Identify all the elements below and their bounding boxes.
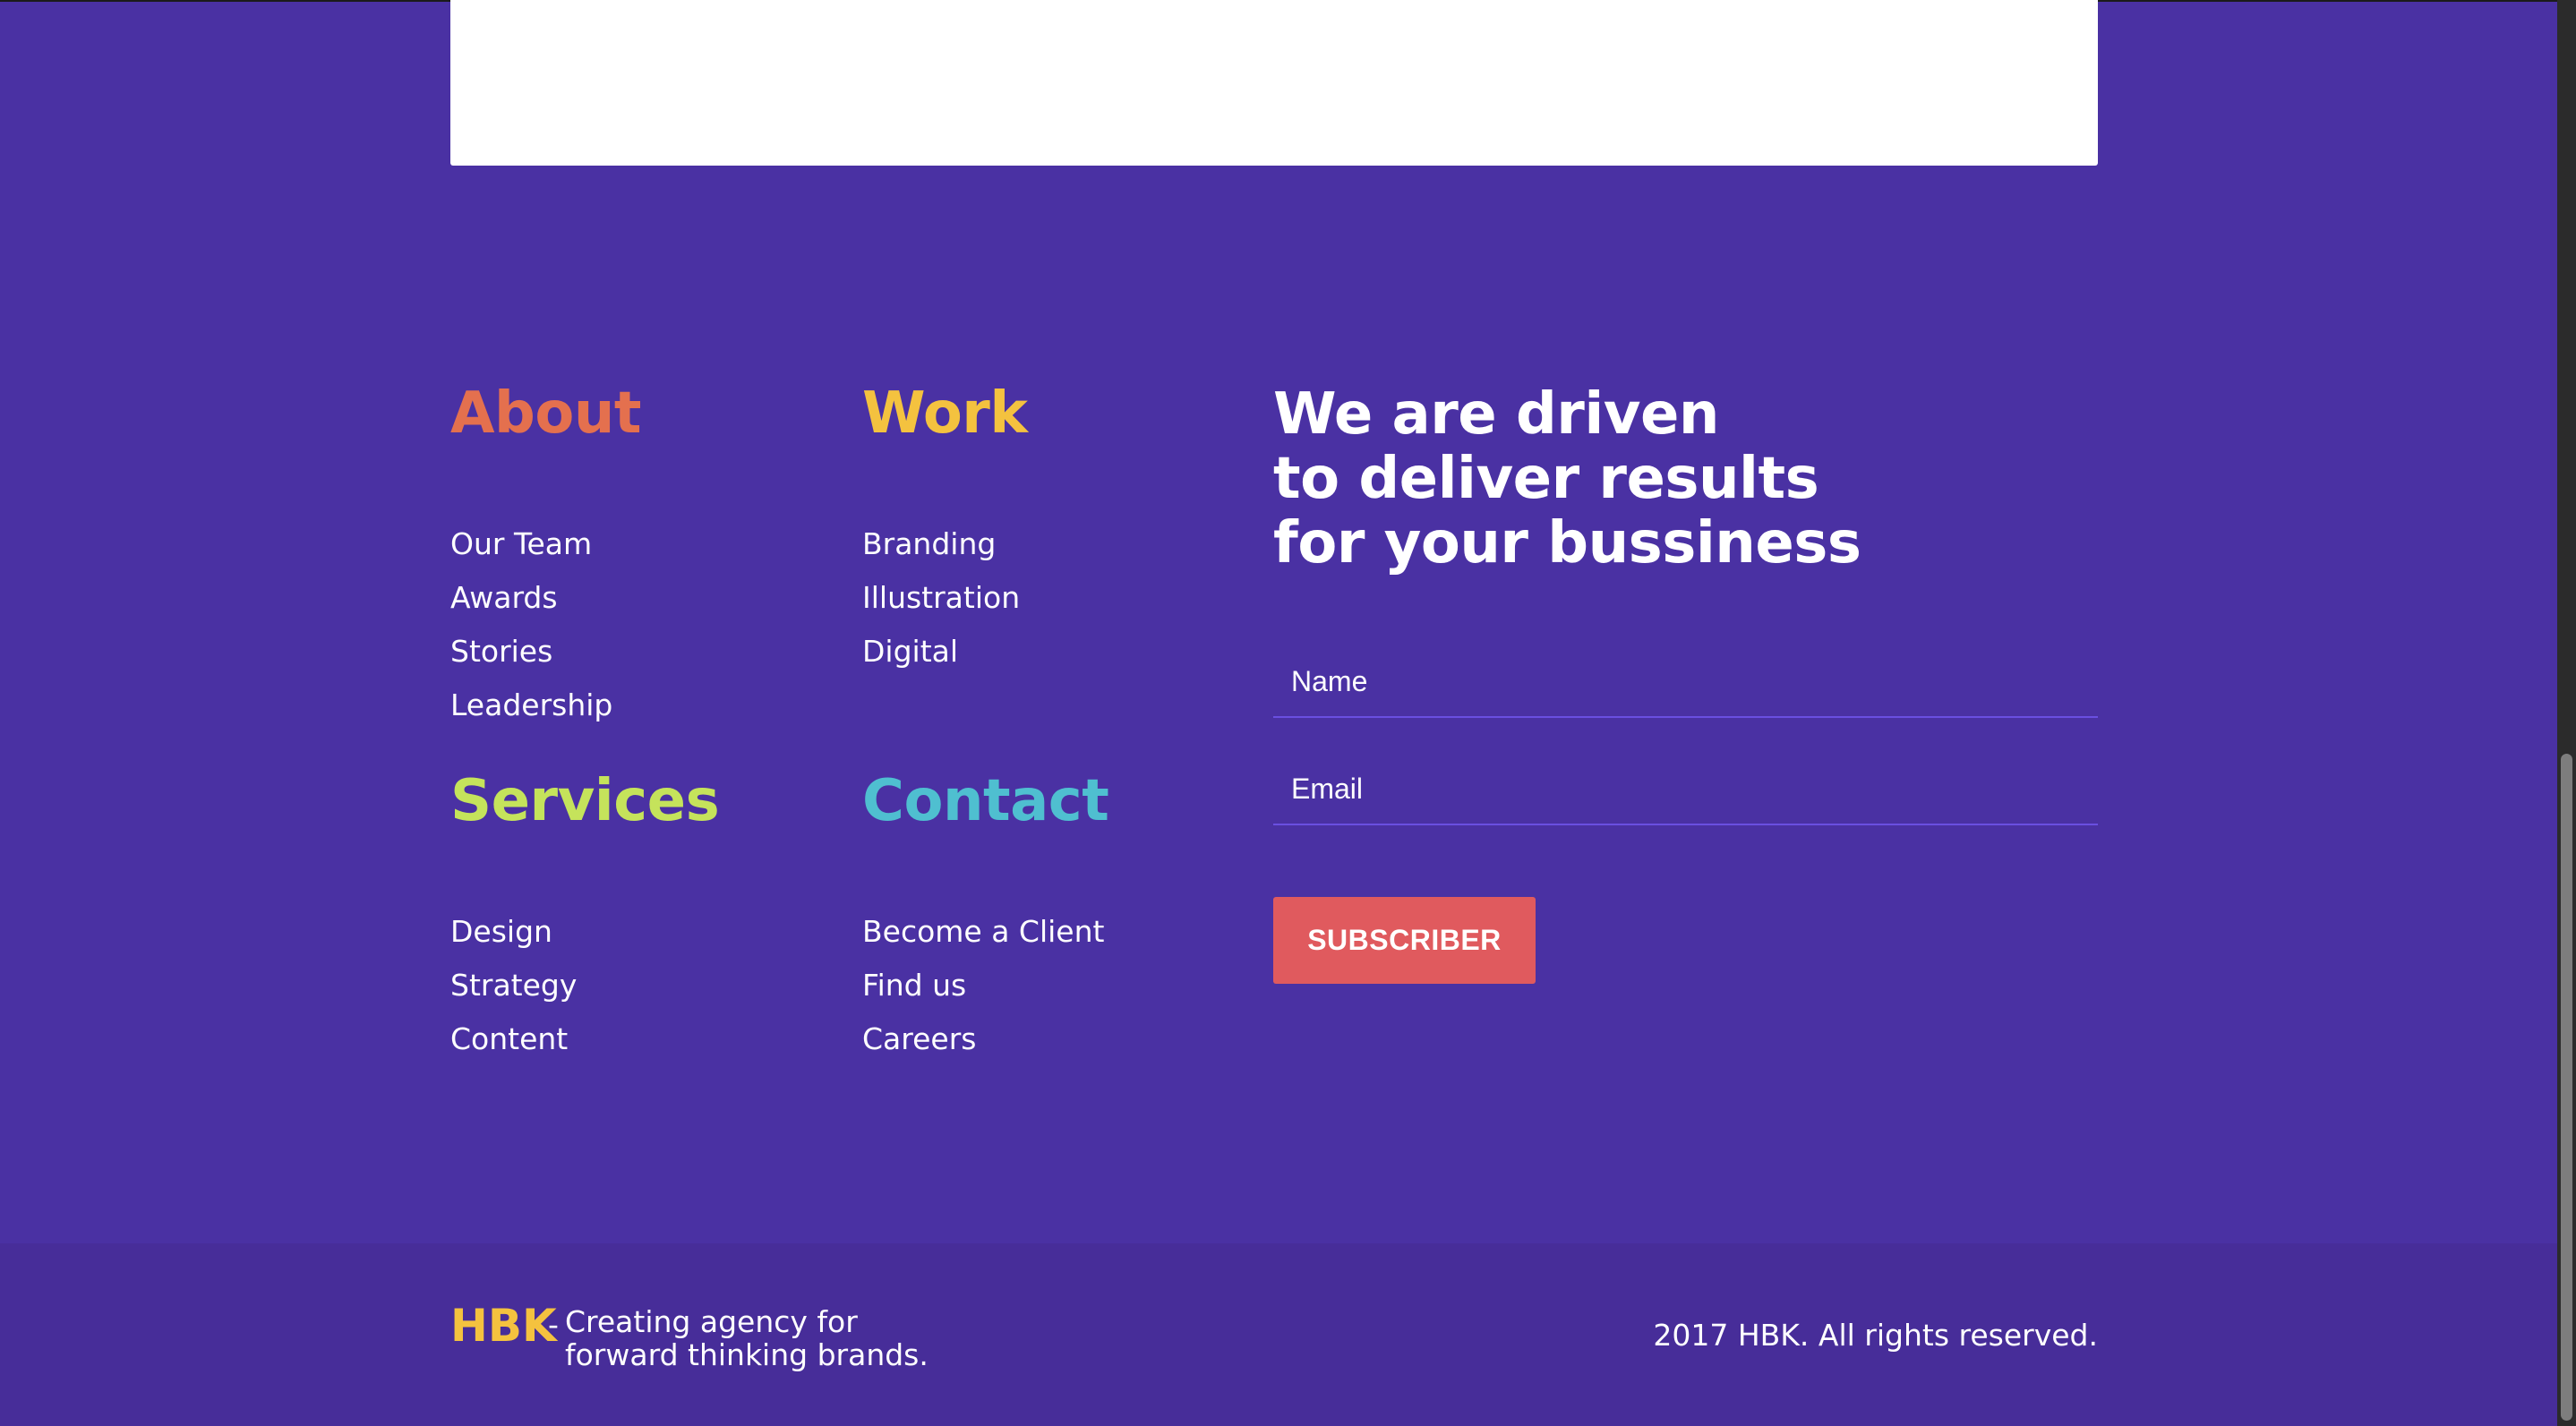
- link-find-us[interactable]: Find us: [862, 959, 1104, 1012]
- tagline-line-1: We are driven: [1273, 381, 1719, 448]
- link-careers[interactable]: Careers: [862, 1012, 1104, 1066]
- link-design[interactable]: Design: [450, 905, 577, 959]
- brand-logo[interactable]: HBK: [450, 1299, 557, 1353]
- subscribe-button[interactable]: SUBSCRIBER: [1273, 897, 1536, 984]
- content-card: [450, 0, 2098, 166]
- work-links: Branding Illustration Digital: [862, 517, 1020, 679]
- link-awards[interactable]: Awards: [450, 571, 612, 625]
- link-content[interactable]: Content: [450, 1012, 577, 1066]
- link-digital[interactable]: Digital: [862, 625, 1020, 679]
- services-heading: Services: [450, 768, 720, 834]
- services-links: Design Strategy Content: [450, 905, 577, 1066]
- tagline-line-3: for your bussiness: [1273, 510, 1861, 576]
- link-our-team[interactable]: Our Team: [450, 517, 612, 571]
- about-heading: About: [450, 380, 641, 447]
- work-heading: Work: [862, 380, 1028, 447]
- contact-links: Become a Client Find us Careers: [862, 905, 1104, 1066]
- name-input[interactable]: [1273, 646, 2098, 718]
- brand-description: Creating agency for forward thinking bra…: [565, 1304, 929, 1372]
- email-input[interactable]: [1273, 754, 2098, 825]
- copyright-text: 2017 HBK. All rights reserved.: [1653, 1318, 2098, 1353]
- link-stories[interactable]: Stories: [450, 625, 612, 679]
- newsletter-tagline: We are driven to deliver results for you…: [1273, 382, 1861, 576]
- page: About Our Team Awards Stories Leadership…: [0, 0, 2557, 1426]
- link-leadership[interactable]: Leadership: [450, 679, 612, 732]
- link-illustration[interactable]: Illustration: [862, 571, 1020, 625]
- link-branding[interactable]: Branding: [862, 517, 1020, 571]
- scrollbar-thumb[interactable]: [2561, 754, 2572, 1421]
- contact-heading: Contact: [862, 768, 1109, 834]
- footer-bar: [0, 1243, 2557, 1426]
- link-strategy[interactable]: Strategy: [450, 959, 577, 1012]
- brand-separator: -: [548, 1307, 559, 1342]
- tagline-line-2: to deliver results: [1273, 446, 1819, 512]
- link-become-a-client[interactable]: Become a Client: [862, 905, 1104, 959]
- about-links: Our Team Awards Stories Leadership: [450, 517, 612, 732]
